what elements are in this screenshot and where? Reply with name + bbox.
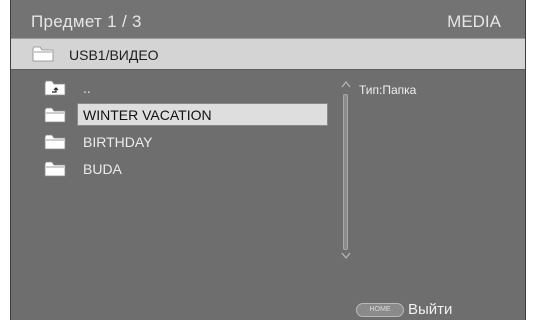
scrollbar-track[interactable] (343, 94, 348, 250)
list-item-birthday[interactable]: BIRTHDAY (11, 130, 341, 155)
title-text: Предмет (31, 12, 103, 31)
folder-icon (44, 134, 66, 155)
path-text: USB1/ВИДЕО (69, 47, 159, 63)
breadcrumb: USB1/ВИДЕО (11, 38, 525, 70)
scroll-down-icon[interactable] (340, 252, 352, 260)
list-item-label: BUDA (83, 161, 122, 177)
folder-up-icon (44, 80, 66, 101)
folder-icon (32, 46, 54, 67)
folder-icon (44, 161, 66, 182)
footer-divider (11, 299, 525, 300)
list-item-buda[interactable]: BUDA (11, 157, 341, 182)
page-title: Предмет 1 / 3 (31, 12, 142, 32)
media-browser-screen: Предмет 1 / 3 MEDIA USB1/ВИДЕО .. WINTER… (10, 0, 526, 320)
home-button[interactable]: HOME (356, 303, 404, 317)
list-item-parent[interactable]: .. (11, 76, 341, 101)
exit-label: Выйти (408, 301, 453, 318)
page-indicator: 1 / 3 (107, 12, 142, 31)
scrollbar[interactable] (340, 80, 352, 260)
folder-icon (44, 107, 66, 128)
header-bar: Предмет 1 / 3 MEDIA (11, 0, 525, 38)
list-item-label: WINTER VACATION (83, 107, 212, 123)
list-item-label: .. (83, 80, 91, 96)
scroll-up-icon[interactable] (340, 80, 352, 88)
list-item-winter-vacation[interactable]: WINTER VACATION (11, 103, 341, 128)
item-type-info: Тип:Папка (359, 83, 417, 97)
mode-label: MEDIA (447, 12, 501, 31)
list-item-label: BIRTHDAY (83, 134, 153, 150)
